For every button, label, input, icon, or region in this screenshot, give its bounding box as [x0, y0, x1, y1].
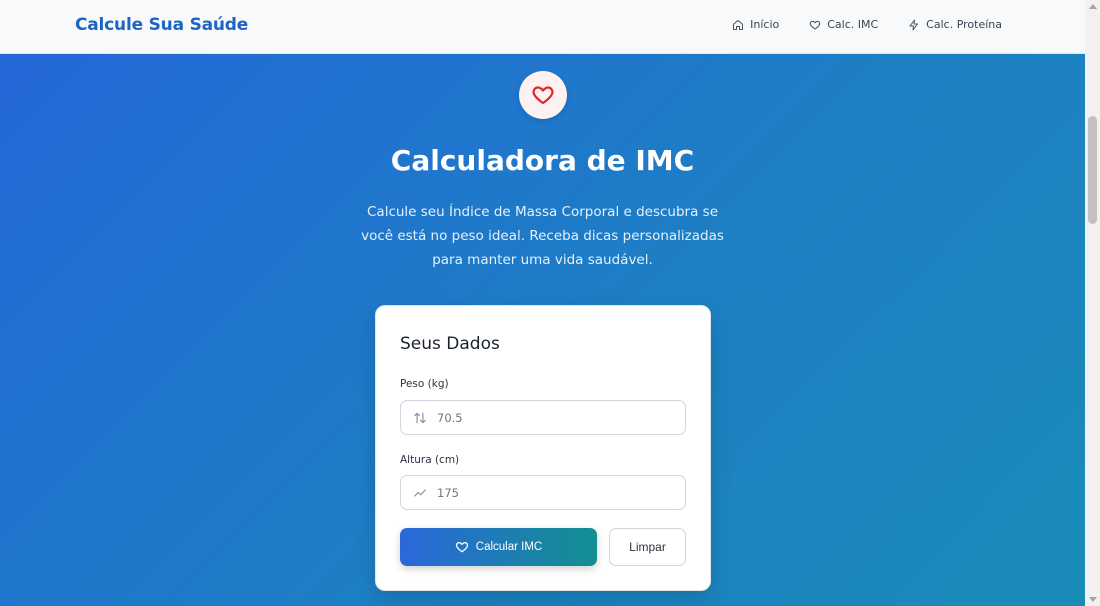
- brand-logo-text[interactable]: Calcule Sua Saúde: [75, 15, 248, 35]
- nav-link-inicio[interactable]: Início: [732, 18, 779, 31]
- weight-label: Peso (kg): [400, 378, 449, 390]
- scroll-up-arrow-icon[interactable]: [1089, 4, 1097, 9]
- weight-field[interactable]: [400, 400, 686, 435]
- clear-button[interactable]: Limpar: [609, 528, 686, 566]
- trend-icon: [414, 489, 426, 496]
- nav-link-label: Calc. Proteína: [926, 18, 1002, 31]
- arrows-updown-icon: [414, 412, 426, 423]
- bmi-form-card: Seus Dados Peso (kg) Altura (cm) Calcula…: [375, 305, 711, 591]
- heart-icon: [532, 86, 554, 105]
- weight-input[interactable]: [437, 409, 667, 427]
- nav-link-label: Início: [750, 18, 780, 31]
- hero-description: Calcule seu Índice de Massa Corporal e d…: [361, 204, 724, 268]
- nav-links: Início Calc. IMC Calc. Proteína: [732, 18, 1002, 31]
- hero-heart-badge: [519, 71, 567, 119]
- height-input[interactable]: [437, 484, 667, 502]
- page-title: Calculadora de IMC: [390, 144, 695, 177]
- nav-link-imc[interactable]: Calc. IMC: [809, 18, 878, 31]
- scroll-down-arrow-icon[interactable]: [1089, 597, 1097, 602]
- calculate-button-label: Calcular IMC: [475, 541, 543, 553]
- heart-icon: [455, 541, 468, 553]
- heart-icon: [810, 20, 821, 29]
- nav-link-label: Calc. IMC: [827, 18, 879, 31]
- form-title: Seus Dados: [400, 334, 500, 354]
- calculate-bmi-button[interactable]: Calcular IMC: [400, 528, 597, 566]
- height-label: Altura (cm): [400, 454, 460, 466]
- home-icon: [733, 19, 744, 30]
- hero-section: Calculadora de IMC Calcule seu Índice de…: [0, 54, 1085, 606]
- vertical-scrollbar[interactable]: [1085, 0, 1100, 606]
- nav-link-proteina[interactable]: Calc. Proteína: [908, 18, 1002, 31]
- height-field[interactable]: [400, 475, 686, 510]
- scrollbar-thumb[interactable]: [1088, 116, 1097, 224]
- top-navbar: Calcule Sua Saúde Início Calc. IMC Calc.…: [0, 0, 1085, 54]
- lightning-icon: [909, 19, 919, 30]
